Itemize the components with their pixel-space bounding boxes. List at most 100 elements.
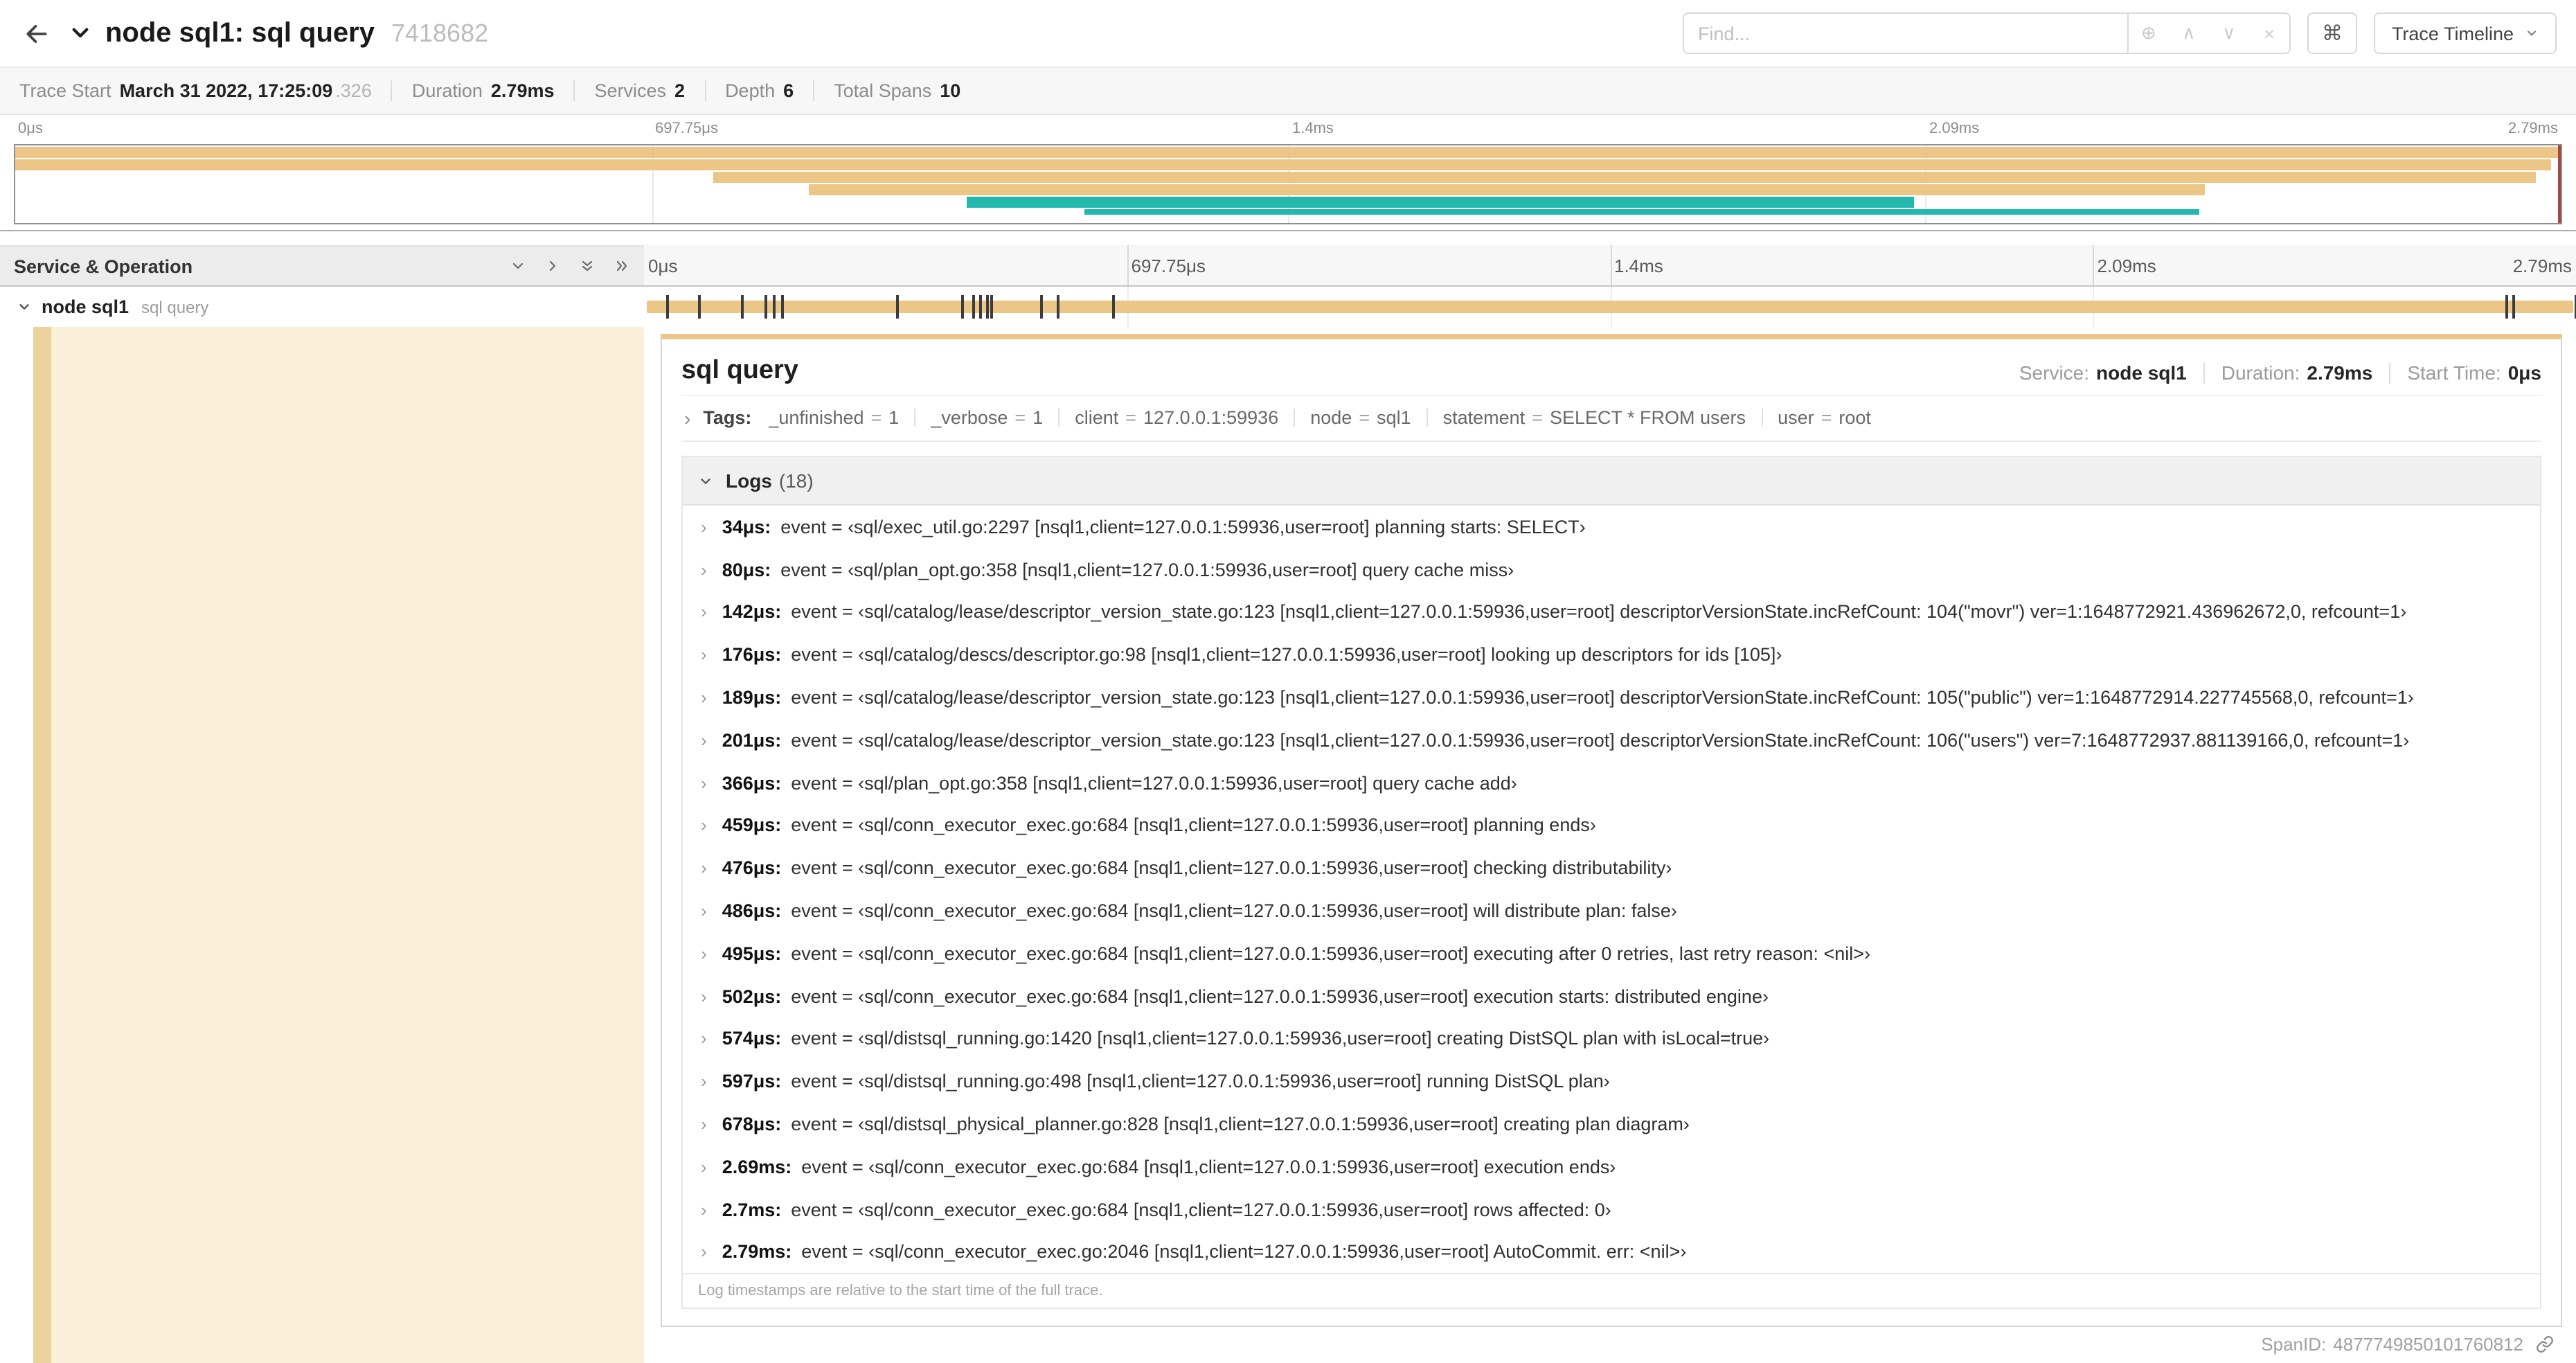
log-entry[interactable]: › 80μs: event = ‹sql/plan_opt.go:358 [nsql… — [683, 549, 2540, 591]
log-entry[interactable]: › 189μs: event = ‹sql/catalog/lease/descri… — [683, 676, 2540, 719]
span-detail-card: sql query Service: node sql1 Duration: 2… — [661, 334, 2562, 1328]
span-bar-cell[interactable] — [644, 287, 2576, 327]
minimap-span-bar — [15, 147, 2561, 158]
tag-key: client — [1075, 407, 1119, 428]
log-event-text: event = ‹sql/plan_opt.go:358 [nsql1,clie… — [791, 772, 1517, 794]
span-color-accent-stripe[interactable] — [33, 327, 51, 1363]
log-entry[interactable]: › 2.79ms: event = ‹sql/conn_executor_exec.… — [683, 1231, 2540, 1274]
summary-item-label: Duration — [411, 80, 483, 101]
summary-item-value-fraction: .326 — [335, 80, 372, 101]
log-event-text: event = ‹sql/conn_executor_exec.go:684 [… — [791, 814, 1596, 836]
log-list: › 34μs: event = ‹sql/exec_util.go:2297 [ns… — [683, 506, 2540, 1274]
collapse-span-chevron-icon[interactable] — [17, 299, 32, 314]
tags-accordion[interactable]: › Tags: _unfinished = 1 _verbose = 1 client = 12… — [681, 395, 2541, 442]
log-event-text: event = ‹sql/plan_opt.go:358 [nsql1,clie… — [780, 559, 1514, 580]
summary-item: Trace Start March 31 2022, 17:25:09.326 — [19, 80, 372, 101]
log-entry[interactable]: › 459μs: event = ‹sql/conn_executor_exec.g… — [683, 804, 2540, 847]
back-button[interactable] — [8, 0, 64, 66]
chevron-right-icon: › — [701, 1028, 707, 1049]
span-row[interactable]: node sql1 sql query — [0, 287, 2576, 327]
log-entry[interactable]: › 502μs: event = ‹sql/conn_executor_exec.g… — [683, 975, 2540, 1018]
link-icon[interactable] — [2536, 1335, 2554, 1353]
trace-view-selector[interactable]: Trace Timeline — [2373, 12, 2557, 54]
trace-summary-bar: Trace Start March 31 2022, 17:25:09.326 Du… — [0, 66, 2576, 115]
span-duration-bar[interactable] — [647, 301, 2573, 313]
log-entry[interactable]: › 486μs: event = ‹sql/conn_executor_exec.g… — [683, 889, 2540, 932]
expand-all-button[interactable] — [579, 258, 596, 274]
log-timestamp: 142μs: — [722, 601, 782, 623]
log-entry[interactable]: › 476μs: event = ‹sql/conn_executor_exec.g… — [683, 847, 2540, 890]
log-entry[interactable]: › 597μs: event = ‹sql/distsql_running.go:4… — [683, 1060, 2540, 1103]
chevron-right-icon: › — [701, 601, 707, 623]
timeline-minimap[interactable] — [14, 144, 2562, 224]
trace-header: node sql1: sql query 7418682 ⊕ ∧ ∨ × ⌘ T… — [0, 0, 2576, 231]
find-input[interactable] — [1682, 12, 2129, 54]
minimap-span-bar — [15, 159, 659, 170]
log-marker — [781, 295, 785, 319]
log-entry[interactable]: › 366μs: event = ‹sql/plan_opt.go:358 [nsq… — [683, 762, 2540, 805]
log-entry[interactable]: › 34μs: event = ‹sql/exec_util.go:2297 [ns… — [683, 506, 2540, 549]
summary-item: Duration 2.79ms — [412, 80, 555, 101]
tag-key: _verbose — [931, 407, 1008, 428]
chevron-right-icon: › — [701, 1071, 707, 1092]
duration-meta-value: 2.79ms — [2307, 362, 2373, 384]
log-entry[interactable]: › 176μs: event = ‹sql/catalog/descs/descri… — [683, 634, 2540, 677]
tag-item: statement = SELECT * FROM users — [1443, 407, 1746, 428]
chevron-right-icon: › — [701, 857, 707, 879]
tags-label: Tags: — [703, 407, 752, 428]
next-result-button[interactable]: ∨ — [2209, 14, 2249, 53]
summary-item: Total Spans 10 — [834, 80, 960, 101]
log-entry[interactable]: › 2.7ms: event = ‹sql/conn_executor_exec.g… — [683, 1188, 2540, 1231]
title-bar: node sql1: sql query 7418682 ⊕ ∧ ∨ × ⌘ T… — [0, 0, 2576, 66]
logs-accordion-header[interactable]: Logs (18) — [683, 457, 2540, 506]
collapse-header-chevron-icon[interactable] — [69, 22, 91, 44]
collapse-one-button[interactable] — [544, 258, 561, 274]
grid-line — [1610, 245, 1611, 285]
log-event-text: event = ‹sql/conn_executor_exec.go:684 [… — [791, 857, 1672, 879]
log-timestamp: 201μs: — [722, 729, 782, 751]
span-detail-header: sql query Service: node sql1 Duration: 2… — [681, 353, 2541, 395]
log-entry[interactable]: › 2.69ms: event = ‹sql/conn_executor_exec.… — [683, 1146, 2540, 1188]
summary-item: Services 2 — [595, 80, 686, 101]
chevron-right-icon — [549, 260, 556, 271]
tick-label: 1.4ms — [1614, 255, 1663, 276]
collapse-all-button[interactable] — [614, 258, 630, 274]
grid-line — [2093, 245, 2095, 285]
log-entry[interactable]: › 201μs: event = ‹sql/catalog/lease/descri… — [683, 719, 2540, 762]
span-id-label: SpanID: — [2261, 1334, 2327, 1355]
logs-footer-note: Log timestamps are relative to the start… — [683, 1273, 2540, 1308]
tag-equals-sign: = — [1014, 407, 1026, 428]
log-event-text: event = ‹sql/conn_executor_exec.go:684 [… — [791, 900, 1677, 922]
log-event-text: event = ‹sql/catalog/lease/descriptor_ve… — [791, 601, 2407, 623]
tag-key: statement — [1442, 407, 1526, 428]
span-detail-indent-cell — [0, 327, 644, 1363]
log-timestamp: 495μs: — [722, 943, 782, 964]
focus-match-button[interactable]: ⊕ — [2129, 14, 2169, 53]
chevron-right-icon: › — [701, 1156, 707, 1177]
trace-view-selector-label: Trace Timeline — [2391, 23, 2514, 44]
keyboard-shortcuts-button[interactable]: ⌘ — [2307, 12, 2357, 54]
log-entry[interactable]: › 495μs: event = ‹sql/conn_executor_exec.g… — [683, 932, 2540, 975]
minimap-cursor-line[interactable] — [2558, 145, 2561, 223]
span-row-name-cell[interactable]: node sql1 sql query — [0, 287, 644, 327]
log-event-text: event = ‹sql/conn_executor_exec.go:684 [… — [791, 943, 1870, 964]
log-entry[interactable]: › 142μs: event = ‹sql/catalog/lease/descri… — [683, 591, 2540, 634]
logs-label: Logs — [726, 470, 772, 492]
span-detail-meta: Service: node sql1 Duration: 2.79ms Star… — [2019, 362, 2541, 384]
log-timestamp: 2.7ms: — [722, 1199, 782, 1220]
expand-one-button[interactable] — [510, 258, 526, 274]
find-button-group: ⊕ ∧ ∨ × — [2128, 12, 2291, 54]
expand-collapse-controls — [510, 258, 630, 274]
tick-label: 0μs — [18, 121, 43, 137]
chevron-right-icon: › — [701, 559, 707, 580]
tag-equals-sign: = — [1821, 407, 1832, 428]
tag-item: _unfinished = 1 — [768, 407, 899, 428]
log-entry[interactable]: › 574μs: event = ‹sql/distsql_running.go:1… — [683, 1017, 2540, 1060]
prev-result-button[interactable]: ∧ — [2169, 14, 2209, 53]
log-event-text: event = ‹sql/distsql_physical_planner.go… — [791, 1114, 1690, 1135]
span-detail-panel: sql query Service: node sql1 Duration: 2… — [644, 327, 2576, 1363]
log-entry[interactable]: › 678μs: event = ‹sql/distsql_physical_pla… — [683, 1103, 2540, 1146]
tag-value: 127.0.0.1:59936 — [1143, 407, 1279, 428]
chevron-right-icon: › — [701, 729, 707, 751]
clear-search-button[interactable]: × — [2249, 14, 2289, 53]
